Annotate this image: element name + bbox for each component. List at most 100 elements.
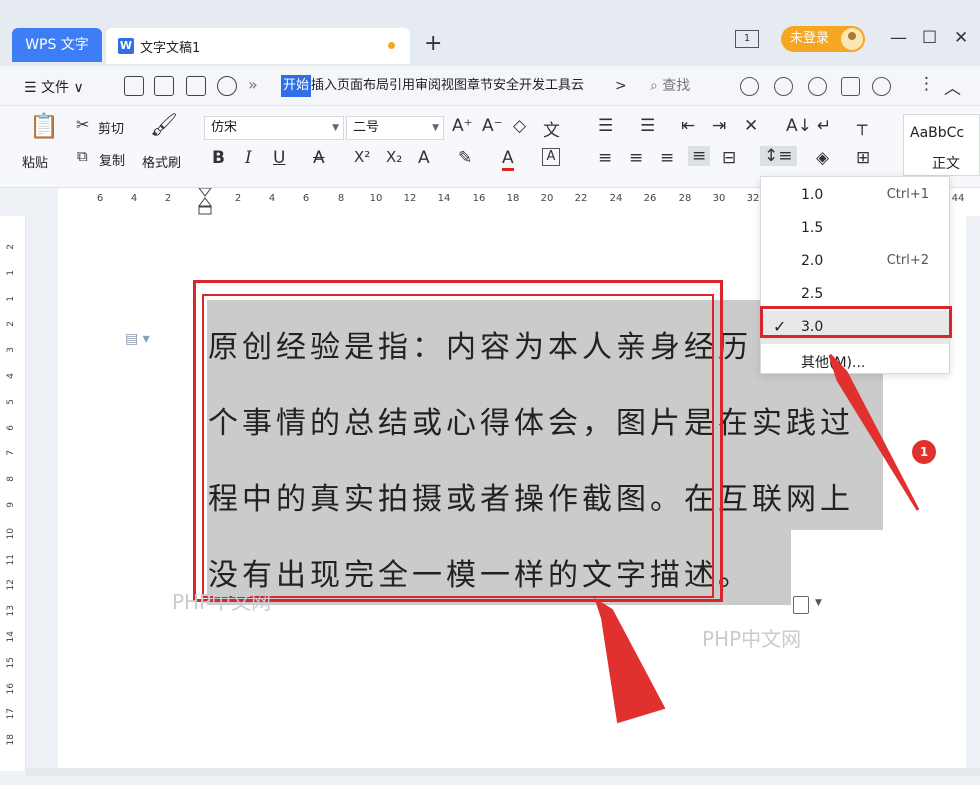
new-tab-button[interactable]: + [424, 30, 442, 58]
option-shortcut: Ctrl+2 [886, 253, 929, 268]
upload-share-icon[interactable] [841, 77, 860, 96]
cloud-sync-icon[interactable] [740, 77, 759, 96]
indent-marker-icon[interactable] [198, 188, 212, 216]
subscript-button[interactable]: X₂ [386, 148, 402, 166]
line-spacing-option-2-0[interactable]: 2.0 Ctrl+2 [761, 245, 949, 278]
highlight-icon[interactable]: ✎ [458, 148, 472, 168]
paste-options-icon[interactable] [793, 596, 809, 614]
align-left-icon[interactable]: ≡ [598, 148, 612, 168]
ruler-tick: 10 [369, 193, 383, 204]
cut-button[interactable]: 剪切 [98, 118, 124, 137]
search-command[interactable]: ⌕ 查找 [650, 75, 690, 97]
vertical-ruler-tick: 18 [6, 734, 16, 746]
vertical-ruler-tick: 4 [6, 373, 16, 379]
save-icon[interactable] [124, 76, 144, 96]
chevron-down-icon: ▼ [332, 123, 339, 133]
ruler-tick: 6 [302, 193, 310, 204]
print-icon[interactable] [186, 76, 206, 96]
line-spacing-option-1-5[interactable]: 1.5 [761, 212, 949, 245]
chevron-down-icon[interactable]: ▼ [815, 598, 822, 608]
window-count-icon[interactable]: 1 [735, 30, 759, 48]
share-user-icon[interactable] [774, 77, 793, 96]
tab-stops-icon[interactable]: ┬ [857, 116, 867, 136]
step-badge: 1 [912, 440, 936, 464]
grow-font-icon[interactable]: A⁺ [452, 116, 473, 136]
settings-gear-icon[interactable] [872, 77, 891, 96]
underline-button[interactable]: U [273, 148, 285, 168]
font-color-icon[interactable]: A [502, 148, 514, 171]
italic-button[interactable]: I [245, 148, 252, 168]
wps-writer-window: WPS 文字 W 文字文稿1 + 1 未登录 — ☐ ✕ ☰ 文件 ∨ » 开始… [0, 0, 980, 785]
font-family-select[interactable]: 仿宋 ▼ [204, 116, 344, 140]
vertical-ruler-tick: 8 [6, 476, 16, 482]
increase-indent-icon[interactable]: ⇥ [712, 116, 726, 136]
show-marks-icon[interactable]: ↵ [817, 116, 831, 136]
paste-button[interactable]: 粘贴 [22, 152, 48, 171]
copy-button[interactable]: 复制 [99, 150, 125, 169]
vertical-ruler-tick: 13 [6, 605, 16, 617]
style-preview: AaBbCc [910, 125, 965, 141]
more-options-icon[interactable]: ⋮ [918, 74, 935, 94]
document-tab[interactable]: W 文字文稿1 [106, 28, 410, 64]
ruler-tick: 26 [643, 193, 657, 204]
chinese-layout-icon[interactable]: ✕ [744, 116, 758, 136]
shading-icon[interactable]: ◈ [816, 148, 829, 168]
wps-home-tab[interactable]: WPS 文字 [12, 28, 102, 62]
scissors-icon[interactable]: ✂ [76, 115, 89, 134]
paragraph-layout-icon[interactable]: ▤ ▾ [125, 331, 150, 347]
bullet-list-icon[interactable]: ☰ [598, 116, 613, 136]
justify-icon[interactable]: ≡ [688, 146, 711, 166]
menu-bar: ☰ 文件 ∨ » 开始 插入页面布局引用审阅视图章节安全开发工具云 > ⌕ 查找… [0, 66, 980, 106]
numbered-list-icon[interactable]: ☰ [640, 116, 655, 136]
collapse-ribbon-icon[interactable]: ︿ [944, 74, 961, 99]
superscript-button[interactable]: X² [354, 148, 370, 166]
comment-icon[interactable] [808, 77, 827, 96]
char-border-icon[interactable]: A [542, 148, 560, 166]
tabs-scroll-right-icon[interactable]: > [615, 75, 627, 97]
login-button[interactable]: 未登录 [781, 26, 865, 52]
vertical-ruler-tick: 9 [6, 502, 16, 508]
strikethrough-icon[interactable]: A [313, 148, 325, 168]
tab-start[interactable]: 开始 [281, 75, 312, 97]
vertical-ruler-tick: 14 [6, 631, 16, 643]
line-spacing-option-other[interactable]: 其他(M)... [761, 344, 949, 377]
pinyin-guide-icon[interactable]: 文 [543, 116, 560, 141]
text-effect-icon[interactable]: A [418, 148, 430, 168]
sort-icon[interactable]: A↓ [786, 116, 812, 136]
ribbon-tabs[interactable]: 插入页面布局引用审阅视图章节安全开发工具云 [311, 75, 613, 97]
vertical-ruler[interactable]: 2 1 1 2 3 4 5 6 7 8 9 10 11 12 13 14 15 16 17 18 [0, 216, 26, 771]
maximize-button[interactable]: ☐ [922, 28, 937, 48]
option-label: 1.5 [801, 220, 824, 236]
line-spacing-icon[interactable]: ↕≡ [760, 146, 797, 166]
style-gallery[interactable]: AaBbCc 正文 [903, 114, 980, 176]
watermark: PHP中文网 [702, 627, 802, 651]
close-button[interactable]: ✕ [954, 28, 968, 48]
bold-button[interactable]: B [212, 148, 225, 168]
paste-icon[interactable]: 📋 [29, 112, 59, 140]
align-center-icon[interactable]: ≡ [629, 148, 643, 168]
vertical-ruler-tick: 11 [6, 553, 16, 566]
format-painter-icon[interactable]: 🖌 [150, 113, 178, 138]
print-preview-icon[interactable] [217, 76, 237, 96]
horizontal-scrollbar[interactable] [26, 768, 980, 776]
distributed-align-icon[interactable]: ⊟ [722, 148, 736, 168]
more-quick-access-icon[interactable]: » [248, 75, 258, 94]
borders-icon[interactable]: ⊞ [856, 148, 870, 168]
export-pdf-icon[interactable] [154, 76, 174, 96]
font-size-value: 二号 [353, 120, 380, 135]
font-size-select[interactable]: 二号 ▼ [346, 116, 444, 140]
ruler-tick: 24 [609, 193, 623, 204]
format-painter-button[interactable]: 格式刷 [142, 152, 181, 171]
clear-format-icon[interactable]: ◇ [513, 116, 526, 136]
vertical-ruler-tick: 2 [6, 244, 16, 250]
copy-icon[interactable]: ⧉ [77, 147, 88, 165]
align-right-icon[interactable]: ≡ [660, 148, 674, 168]
line-spacing-option-1-0[interactable]: 1.0 Ctrl+1 [761, 179, 949, 212]
file-menu[interactable]: ☰ 文件 ∨ [24, 77, 84, 97]
title-bar: WPS 文字 W 文字文稿1 + 1 未登录 — ☐ ✕ [0, 0, 980, 66]
decrease-indent-icon[interactable]: ⇤ [681, 116, 695, 136]
minimize-button[interactable]: — [890, 28, 907, 48]
ruler-tick: 4 [130, 193, 138, 204]
shrink-font-icon[interactable]: A⁻ [482, 116, 503, 136]
option-label: 2.5 [801, 286, 824, 302]
